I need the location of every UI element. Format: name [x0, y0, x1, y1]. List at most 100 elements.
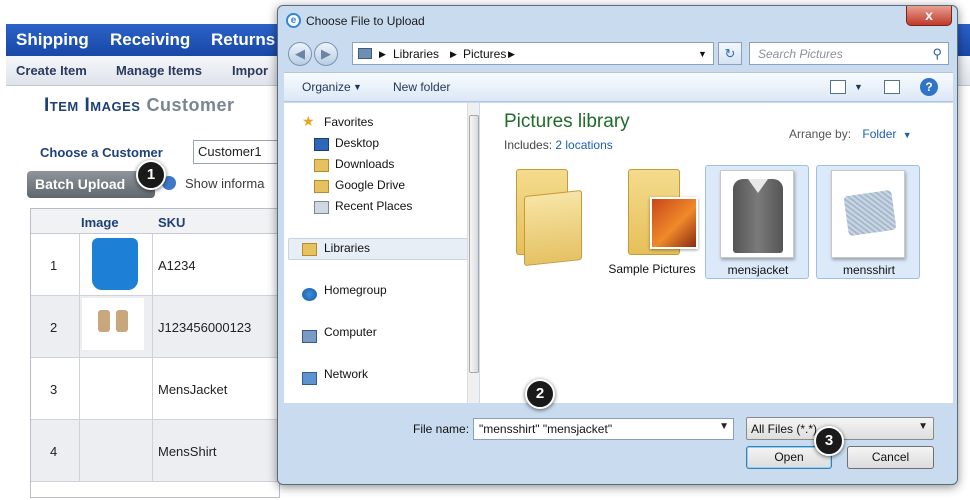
- row-sku: MensShirt: [158, 444, 217, 459]
- page-title-text: Item Images: [44, 95, 141, 116]
- nav-create-item[interactable]: Create Item: [16, 63, 87, 78]
- file-name-value: "mensshirt" "mensjacket": [479, 422, 613, 436]
- libraries-icon: [302, 243, 317, 256]
- locations-link[interactable]: 2 locations: [555, 138, 612, 152]
- nav-receiving[interactable]: Receiving: [110, 30, 190, 50]
- row-number: 3: [50, 382, 58, 397]
- image-thumbnail: [720, 170, 794, 258]
- arrange-by: Arrange by: Folder ▼: [789, 127, 912, 141]
- library-title: Pictures library: [504, 111, 630, 132]
- cancel-button[interactable]: Cancel: [847, 446, 934, 469]
- breadcrumb-arrow-icon[interactable]: ▶: [508, 49, 515, 60]
- chevron-down-icon[interactable]: ▼: [698, 49, 707, 59]
- nav-homegroup[interactable]: Homegroup: [324, 283, 387, 297]
- forward-arrow-icon[interactable]: ▶: [314, 42, 338, 66]
- search-icon[interactable]: ⚲: [932, 46, 942, 62]
- back-arrow-icon[interactable]: ◀: [288, 42, 312, 66]
- earrings-thumbnail: [82, 298, 144, 350]
- table-row[interactable]: 2 J123456000123: [31, 296, 281, 358]
- breadcrumb-pictures[interactable]: Pictures: [463, 47, 506, 61]
- header-sku[interactable]: SKU: [158, 215, 185, 230]
- header-image[interactable]: Image: [81, 215, 119, 230]
- address-bar[interactable]: ▶ Libraries ▶ Pictures ▶ ▼: [352, 42, 714, 65]
- table-row[interactable]: 4 MensShirt: [31, 420, 281, 482]
- chevron-down-icon[interactable]: ▼: [903, 130, 912, 140]
- step-badge-1: 1: [136, 160, 166, 190]
- help-icon[interactable]: ?: [920, 78, 938, 96]
- folder-item[interactable]: [488, 165, 592, 279]
- chevron-down-icon[interactable]: ▼: [854, 82, 863, 92]
- row-number: 2: [50, 320, 58, 335]
- search-input[interactable]: Search Pictures ⚲: [749, 42, 949, 65]
- breadcrumb-libraries[interactable]: Libraries: [393, 47, 439, 61]
- nav-import[interactable]: Impor: [232, 63, 268, 78]
- view-options-icon[interactable]: [830, 80, 846, 94]
- items-grid: Image SKU 1 A1234 2 J123456000123 3 Mens…: [30, 208, 281, 498]
- nav-desktop[interactable]: Desktop: [335, 136, 379, 150]
- chevron-down-icon[interactable]: ▼: [918, 421, 928, 432]
- includes-line: Includes: 2 locations: [504, 138, 613, 152]
- navigation-bar: ◀ ▶ ▶ Libraries ▶ Pictures ▶ ▼ ↻ Search …: [284, 39, 953, 69]
- breadcrumb-arrow-icon[interactable]: ▶: [379, 49, 386, 60]
- organize-button[interactable]: Organize: [302, 80, 351, 94]
- file-upload-dialog: e Choose File to Upload x ◀ ▶ ▶ Librarie…: [277, 5, 958, 485]
- row-sku: J123456000123: [158, 320, 252, 335]
- recent-places-icon: [314, 201, 329, 214]
- step-badge-3: 3: [814, 426, 844, 456]
- file-item-mensshirt[interactable]: mensshirt: [816, 165, 920, 279]
- file-label: mensjacket: [727, 263, 789, 277]
- nav-google-drive[interactable]: Google Drive: [335, 178, 405, 192]
- arrange-value[interactable]: Folder: [862, 127, 896, 141]
- desktop-icon: [314, 138, 329, 151]
- image-cell: [79, 420, 153, 481]
- blue-top-thumbnail: [92, 238, 138, 290]
- nav-shipping[interactable]: Shipping: [16, 30, 89, 50]
- dialog-toolbar: Organize ▼ New folder ▼ ?: [284, 72, 953, 102]
- dialog-title: Choose File to Upload: [306, 14, 425, 28]
- new-folder-button[interactable]: New folder: [393, 80, 450, 94]
- file-name-label: File name:: [413, 422, 470, 436]
- image-cell: [79, 234, 153, 295]
- homegroup-icon: [302, 288, 317, 301]
- nav-manage-items[interactable]: Manage Items: [116, 63, 202, 78]
- table-row[interactable]: 3 MensJacket: [31, 358, 281, 420]
- chevron-down-icon[interactable]: ▼: [719, 421, 729, 432]
- folder-item-sample-pictures[interactable]: Sample Pictures: [600, 165, 704, 279]
- refresh-icon[interactable]: ↻: [718, 42, 742, 65]
- preview-pane-icon[interactable]: [884, 80, 900, 94]
- google-drive-icon: [314, 180, 329, 193]
- close-button[interactable]: x: [906, 6, 952, 26]
- nav-downloads[interactable]: Downloads: [335, 157, 394, 171]
- network-icon: [302, 372, 317, 385]
- star-icon: ★: [302, 113, 315, 129]
- file-list-pane: Pictures library Includes: 2 locations A…: [480, 103, 953, 403]
- page-subtitle: Customer: [146, 95, 235, 115]
- scrollbar-thumb[interactable]: [469, 115, 479, 373]
- file-label: Sample Pictures: [608, 262, 696, 276]
- folder-front-icon: [524, 189, 582, 267]
- file-name-field[interactable]: "mensshirt" "mensjacket" ▼: [473, 418, 734, 440]
- nav-network[interactable]: Network: [324, 367, 368, 381]
- arrange-label: Arrange by:: [789, 127, 852, 141]
- chevron-down-icon[interactable]: ▼: [353, 82, 362, 92]
- internet-explorer-icon: e: [286, 13, 301, 28]
- nav-pane-scrollbar[interactable]: [467, 103, 479, 403]
- nav-returns[interactable]: Returns: [211, 30, 275, 50]
- shirt-image: [843, 189, 897, 237]
- search-placeholder: Search Pictures: [758, 47, 843, 61]
- file-item-mensjacket[interactable]: mensjacket: [705, 165, 809, 279]
- customer-input[interactable]: Customer1: [193, 140, 283, 164]
- nav-favorites[interactable]: Favorites: [324, 115, 373, 129]
- navigation-pane: ★ Favorites Desktop Downloads Google Dri…: [284, 103, 479, 403]
- image-cell: [79, 296, 153, 357]
- nav-libraries[interactable]: Libraries: [324, 241, 370, 255]
- computer-icon: [302, 330, 317, 343]
- show-information-link[interactable]: Show informa: [185, 176, 264, 191]
- breadcrumb-arrow-icon[interactable]: ▶: [450, 49, 457, 60]
- step-badge-2: 2: [525, 379, 555, 409]
- table-row[interactable]: 1 A1234: [31, 234, 281, 296]
- image-cell: [79, 358, 153, 419]
- nav-recent-places[interactable]: Recent Places: [335, 199, 412, 213]
- page-title: Item Images Customer: [44, 95, 234, 117]
- nav-computer[interactable]: Computer: [324, 325, 377, 339]
